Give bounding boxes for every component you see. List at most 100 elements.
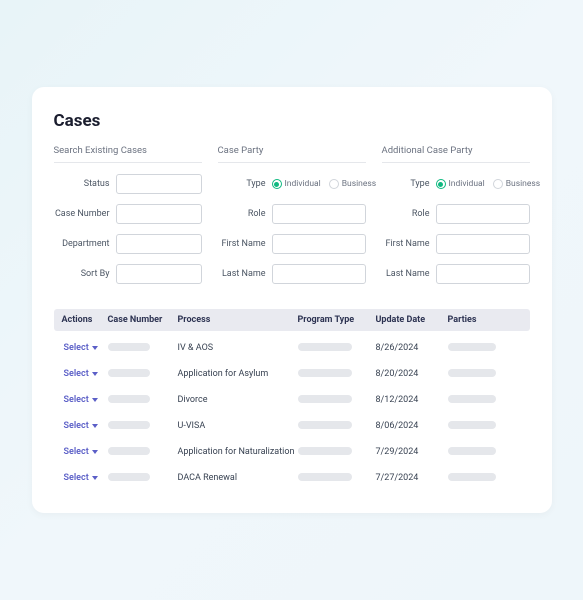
cell-update-date: 8/20/2024 bbox=[376, 369, 448, 379]
select-button[interactable]: Select bbox=[62, 421, 98, 431]
field-party-type: Type Individual Business bbox=[218, 173, 366, 195]
table-row: Select DACA Renewal 7/27/2024 bbox=[54, 465, 530, 491]
cell-process: Application for Asylum bbox=[178, 369, 298, 379]
radio-addl-individual[interactable]: Individual bbox=[436, 179, 485, 189]
radio-addl-business[interactable]: Business bbox=[493, 179, 540, 189]
th-case-number[interactable]: Case Number bbox=[108, 315, 178, 325]
input-case-number[interactable] bbox=[116, 204, 202, 224]
radio-dot-icon bbox=[329, 179, 339, 189]
select-button[interactable]: Select bbox=[62, 473, 98, 483]
chevron-down-icon bbox=[92, 346, 98, 350]
label-status: Status bbox=[54, 179, 116, 189]
placeholder-parties bbox=[448, 343, 496, 351]
table-header-row: Actions Case Number Process Program Type… bbox=[54, 309, 530, 331]
input-sort-by[interactable] bbox=[116, 264, 202, 284]
input-party-role[interactable] bbox=[272, 204, 366, 224]
page-title: Cases bbox=[54, 111, 530, 131]
th-update-date[interactable]: Update Date bbox=[376, 315, 448, 325]
label-sort-by: Sort By bbox=[54, 269, 116, 279]
field-addl-first-name: First Name bbox=[382, 233, 530, 255]
label-case-number: Case Number bbox=[54, 209, 116, 219]
cases-card: Cases Search Existing Cases Status Case … bbox=[32, 87, 552, 513]
table-row: Select Application for Asylum 8/20/2024 bbox=[54, 361, 530, 387]
cell-update-date: 8/12/2024 bbox=[376, 395, 448, 405]
input-party-first-name[interactable] bbox=[272, 234, 366, 254]
placeholder-parties bbox=[448, 369, 496, 377]
placeholder-program-type bbox=[298, 421, 352, 429]
th-parties[interactable]: Parties bbox=[448, 315, 526, 325]
placeholder-case-number bbox=[108, 447, 150, 455]
radio-label-individual: Individual bbox=[285, 179, 321, 189]
cell-process: Divorce bbox=[178, 395, 298, 405]
input-addl-first-name[interactable] bbox=[436, 234, 530, 254]
radio-label-addl-business: Business bbox=[506, 179, 540, 189]
table-row: Select Application for Naturalization 7/29… bbox=[54, 439, 530, 465]
th-actions[interactable]: Actions bbox=[58, 315, 108, 325]
cell-process: IV & AOS bbox=[178, 343, 298, 353]
cell-update-date: 8/06/2024 bbox=[376, 421, 448, 431]
field-party-first-name: First Name bbox=[218, 233, 366, 255]
chevron-down-icon bbox=[92, 450, 98, 454]
select-button[interactable]: Select bbox=[62, 447, 98, 457]
label-party-last-name: Last Name bbox=[218, 269, 272, 279]
section-header-search: Search Existing Cases bbox=[54, 145, 202, 163]
input-department[interactable] bbox=[116, 234, 202, 254]
table-body: Select IV & AOS 8/26/2024 Select Application… bbox=[54, 335, 530, 491]
radio-dot-icon bbox=[493, 179, 503, 189]
label-party-first-name: First Name bbox=[218, 239, 272, 249]
chevron-down-icon bbox=[92, 424, 98, 428]
cell-update-date: 7/27/2024 bbox=[376, 473, 448, 483]
label-party-role: Role bbox=[218, 209, 272, 219]
input-addl-role[interactable] bbox=[436, 204, 530, 224]
placeholder-parties bbox=[448, 395, 496, 403]
chevron-down-icon bbox=[92, 398, 98, 402]
radio-label-business: Business bbox=[342, 179, 376, 189]
label-department: Department bbox=[54, 239, 116, 249]
section-additional-party: Additional Case Party Type Individual Bu… bbox=[382, 145, 530, 293]
placeholder-parties bbox=[448, 421, 496, 429]
select-label: Select bbox=[64, 421, 89, 431]
select-label: Select bbox=[64, 369, 89, 379]
placeholder-program-type bbox=[298, 395, 352, 403]
field-case-number: Case Number bbox=[54, 203, 202, 225]
radio-group-party-type: Individual Business bbox=[272, 179, 377, 189]
label-party-type: Type bbox=[218, 179, 272, 189]
field-status: Status bbox=[54, 173, 202, 195]
cell-update-date: 8/26/2024 bbox=[376, 343, 448, 353]
input-addl-last-name[interactable] bbox=[436, 264, 530, 284]
th-process[interactable]: Process bbox=[178, 315, 298, 325]
placeholder-parties bbox=[448, 473, 496, 481]
field-party-last-name: Last Name bbox=[218, 263, 366, 285]
select-label: Select bbox=[64, 447, 89, 457]
input-status[interactable] bbox=[116, 174, 202, 194]
section-header-party: Case Party bbox=[218, 145, 366, 163]
select-button[interactable]: Select bbox=[62, 369, 98, 379]
th-program-type[interactable]: Program Type bbox=[298, 315, 376, 325]
cell-process: DACA Renewal bbox=[178, 473, 298, 483]
placeholder-program-type bbox=[298, 369, 352, 377]
label-addl-last-name: Last Name bbox=[382, 269, 436, 279]
label-addl-role: Role bbox=[382, 209, 436, 219]
chevron-down-icon bbox=[92, 476, 98, 480]
field-party-role: Role bbox=[218, 203, 366, 225]
radio-group-addl-type: Individual Business bbox=[436, 179, 541, 189]
field-addl-last-name: Last Name bbox=[382, 263, 530, 285]
label-addl-type: Type bbox=[382, 179, 436, 189]
cell-process: Application for Naturalization bbox=[178, 447, 298, 457]
select-label: Select bbox=[64, 395, 89, 405]
radio-party-individual[interactable]: Individual bbox=[272, 179, 321, 189]
field-sort-by: Sort By bbox=[54, 263, 202, 285]
input-party-last-name[interactable] bbox=[272, 264, 366, 284]
field-department: Department bbox=[54, 233, 202, 255]
radio-party-business[interactable]: Business bbox=[329, 179, 376, 189]
placeholder-case-number bbox=[108, 395, 150, 403]
placeholder-case-number bbox=[108, 369, 150, 377]
cell-update-date: 7/29/2024 bbox=[376, 447, 448, 457]
chevron-down-icon bbox=[92, 372, 98, 376]
select-button[interactable]: Select bbox=[62, 343, 98, 353]
select-button[interactable]: Select bbox=[62, 395, 98, 405]
placeholder-program-type bbox=[298, 473, 352, 481]
label-addl-first-name: First Name bbox=[382, 239, 436, 249]
placeholder-program-type bbox=[298, 343, 352, 351]
placeholder-case-number bbox=[108, 421, 150, 429]
